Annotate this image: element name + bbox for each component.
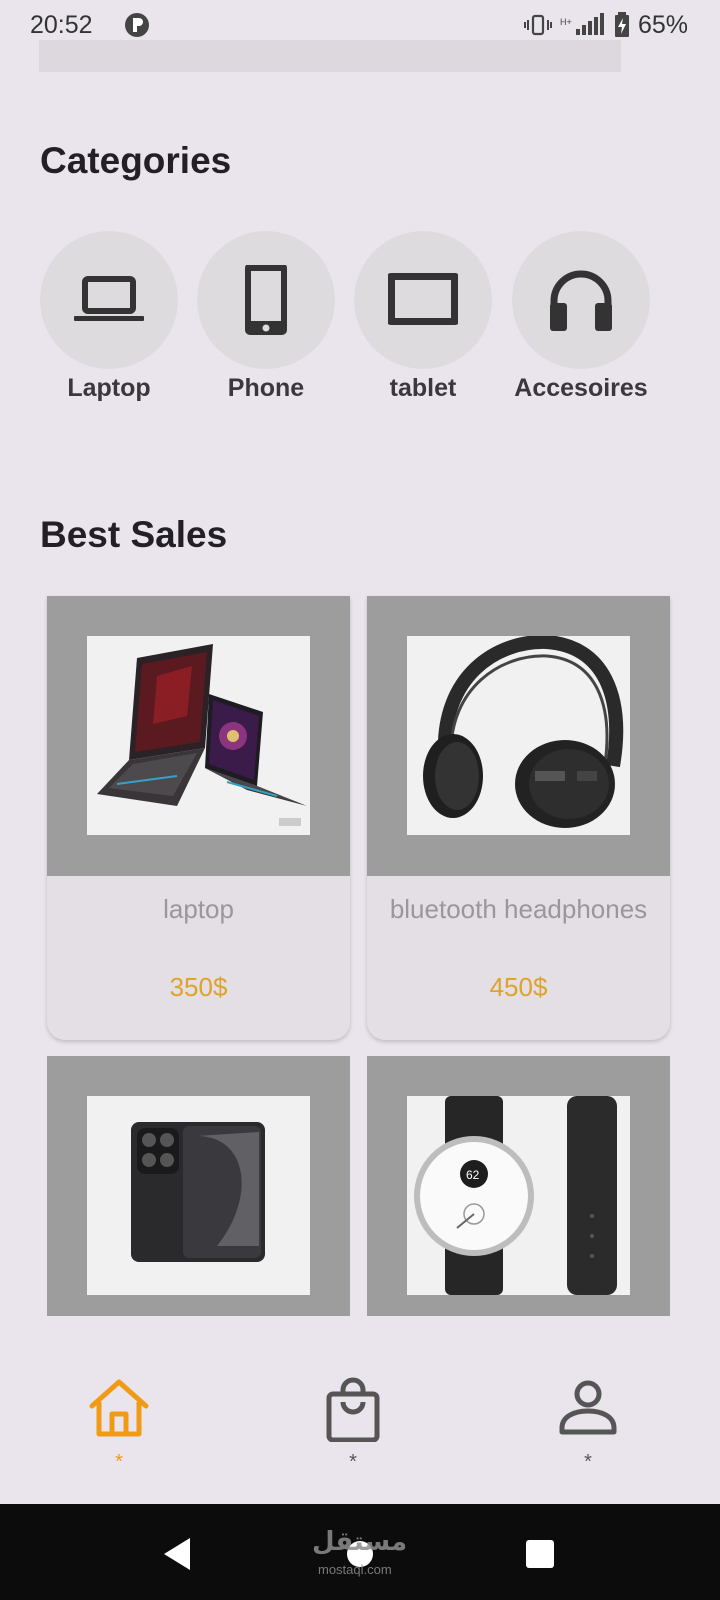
product-name: bluetooth headphones <box>389 894 648 924</box>
headphones-icon <box>550 270 612 331</box>
product-name: laptop <box>163 894 234 924</box>
laptop-image <box>87 636 310 835</box>
category-laptop[interactable]: Laptop <box>29 231 189 411</box>
user-icon <box>559 1380 617 1435</box>
status-icons: H+ 65% <box>523 10 688 40</box>
phone-image <box>87 1096 310 1295</box>
best-sales-title: Best Sales <box>40 514 228 555</box>
back-icon[interactable] <box>158 1534 198 1574</box>
category-label: tablet <box>389 374 457 402</box>
nav-home-label: * <box>115 1451 123 1473</box>
vibrate-icon <box>523 14 552 36</box>
laptop-icon <box>74 276 144 321</box>
nav-profile[interactable]: * <box>528 1376 648 1476</box>
p-circle-icon <box>125 13 149 37</box>
category-label: Laptop <box>67 374 151 402</box>
category-circle <box>512 231 650 369</box>
category-circle <box>197 231 335 369</box>
product-card-laptop[interactable]: laptop 350$ <box>47 596 350 1040</box>
product-price: 350$ <box>169 972 228 1002</box>
product-price: 450$ <box>489 972 548 1002</box>
product-card-phone[interactable] <box>47 1056 350 1316</box>
nav-shopping[interactable]: * <box>293 1376 413 1476</box>
watermark-sub: mostaql.com <box>318 1562 392 1577</box>
watermark: مستقل <box>312 1526 408 1556</box>
headphones-image <box>407 636 630 835</box>
battery-percentage: 65% <box>637 10 688 39</box>
product-image-frame: 62 <box>367 1056 670 1316</box>
category-circle <box>354 231 492 369</box>
categories-list: Laptop Phone tablet Accesoires <box>40 231 680 411</box>
categories-title: Categories <box>40 140 232 181</box>
category-tablet[interactable]: tablet <box>343 231 503 411</box>
product-image-frame <box>47 596 350 876</box>
shopping-bag-icon <box>326 1377 380 1442</box>
product-card-watch[interactable]: 62 <box>367 1056 670 1316</box>
search-bar[interactable] <box>39 40 621 72</box>
svg-text:H+: H+ <box>560 17 572 27</box>
bottom-navigation: * * * <box>0 1360 720 1484</box>
product-card-headphones[interactable]: bluetooth headphones 450$ <box>367 596 670 1040</box>
category-phone[interactable]: Phone <box>186 231 346 411</box>
recents-icon[interactable] <box>520 1534 560 1574</box>
battery-charging-icon <box>614 12 629 37</box>
status-time: 20:52 <box>30 11 93 39</box>
category-label: Accesoires <box>514 374 648 402</box>
product-image-frame <box>367 596 670 876</box>
nav-profile-label: * <box>584 1451 592 1473</box>
nav-home[interactable]: * <box>59 1376 179 1476</box>
nav-shopping-label: * <box>349 1451 357 1473</box>
svg-text:62: 62 <box>466 1168 480 1182</box>
signal-icon: H+ <box>560 13 604 35</box>
home-icon <box>89 1379 149 1437</box>
phone-icon <box>245 265 287 335</box>
tablet-icon <box>388 273 458 325</box>
product-image-frame <box>47 1056 350 1316</box>
system-navigation-bar: مستقل mostaql.com <box>0 1504 720 1600</box>
category-label: Phone <box>227 374 305 402</box>
watch-image: 62 <box>407 1096 630 1295</box>
category-accessories[interactable]: Accesoires <box>501 231 661 411</box>
category-circle <box>40 231 178 369</box>
